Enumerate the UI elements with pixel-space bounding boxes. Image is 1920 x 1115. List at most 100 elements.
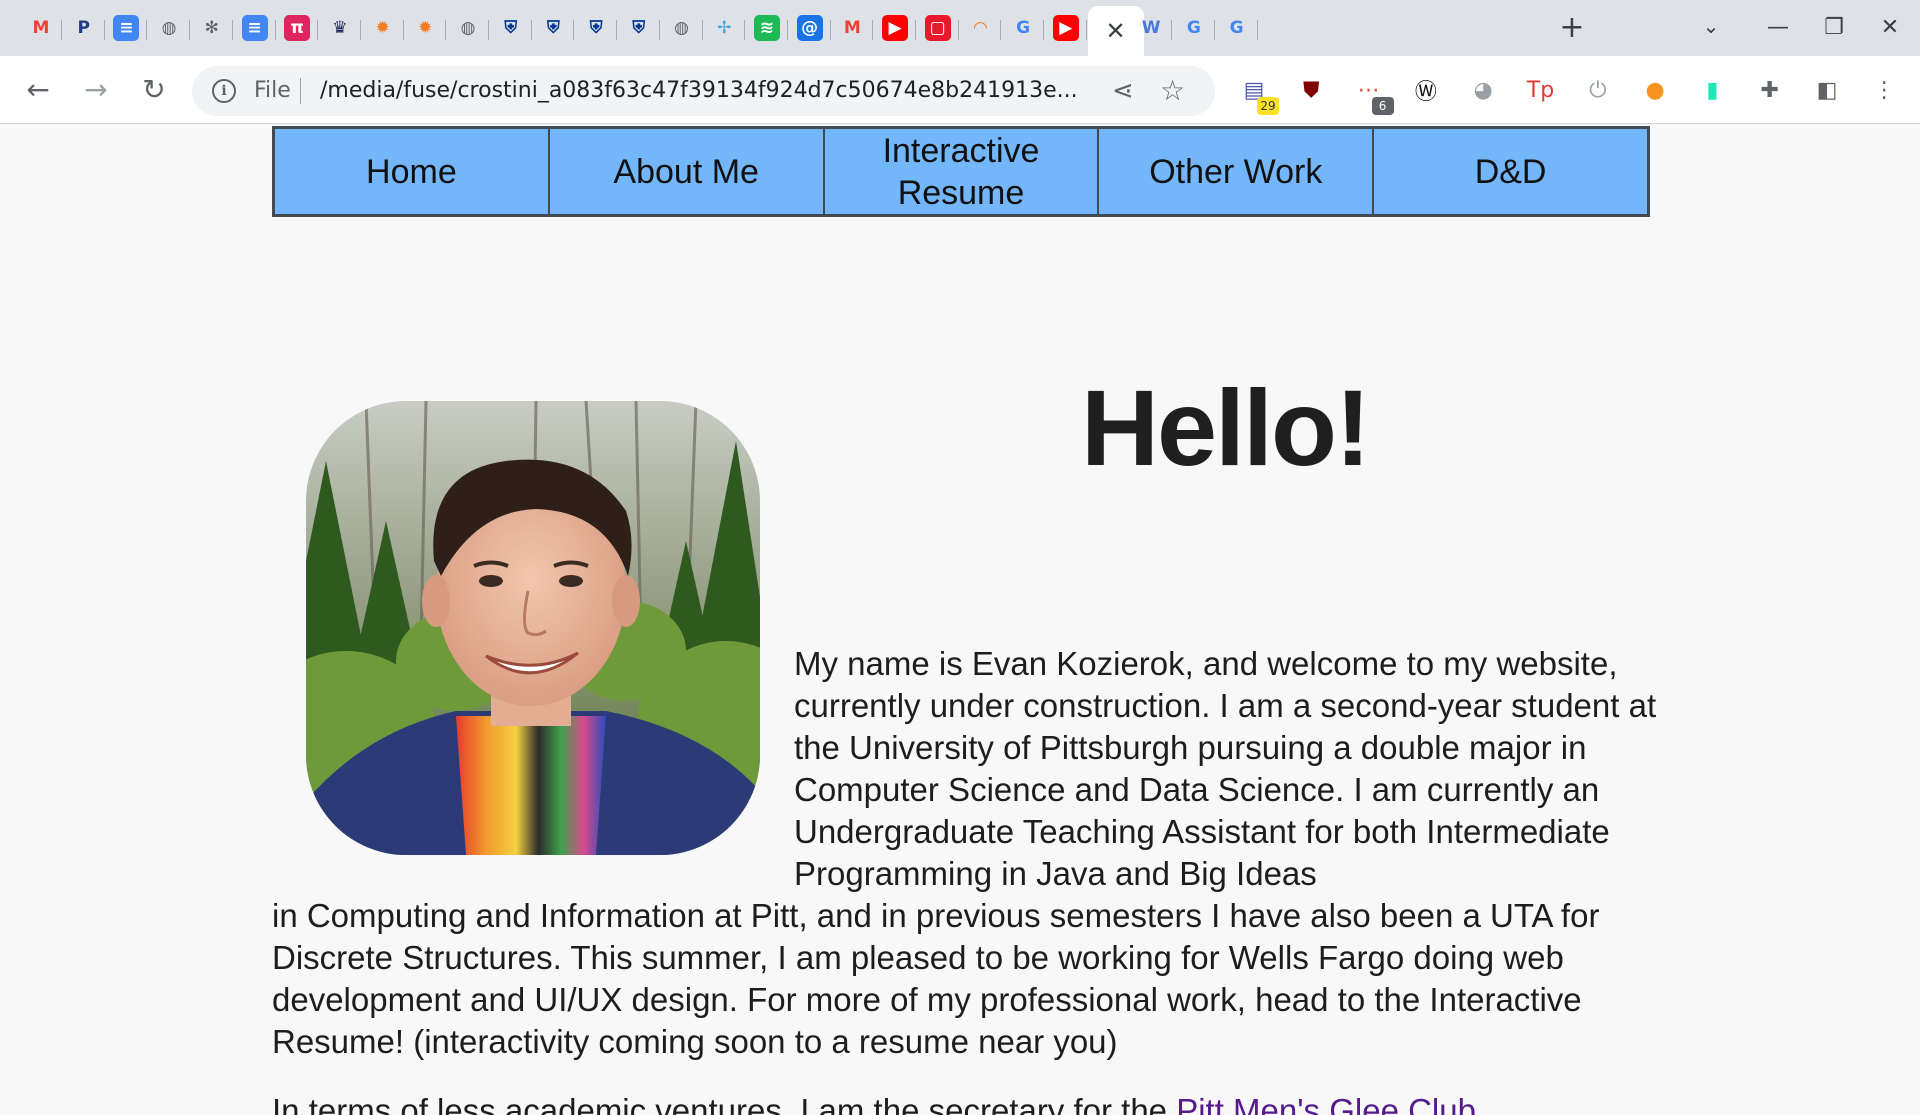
todoist-extension-icon[interactable]: ⋯ 6 bbox=[1352, 73, 1394, 115]
browser-tab[interactable]: ⛨ bbox=[618, 8, 660, 48]
google-docs-icon: ≡ bbox=[113, 15, 140, 41]
nav-interactive-resume[interactable]: Interactive Resume bbox=[825, 129, 1100, 214]
tp-extension-icon[interactable]: Tp bbox=[1524, 73, 1558, 107]
close-window-button[interactable]: ✕ bbox=[1870, 10, 1910, 46]
share-icon[interactable]: ⋖ bbox=[1112, 76, 1134, 106]
restore-icon: ❐ bbox=[1824, 15, 1844, 40]
side-panel-icon-glyph: ◧ bbox=[1816, 77, 1838, 103]
browser-tab[interactable]: ✹ bbox=[404, 8, 447, 48]
browser-tab[interactable]: M bbox=[20, 8, 62, 48]
browser-tab[interactable]: ▢ bbox=[917, 8, 959, 48]
kebab-menu-icon[interactable]: ⋮ bbox=[1867, 73, 1901, 107]
browser-tab[interactable]: ✻ bbox=[191, 8, 233, 48]
intro-paragraph: My name is Evan Kozierok, and welcome to… bbox=[794, 645, 1657, 892]
tab-search-button[interactable]: ⌄ bbox=[1693, 14, 1729, 44]
forward-button[interactable]: → bbox=[76, 70, 116, 110]
pitt-shield-icon: ⛨ bbox=[632, 17, 646, 38]
browser-tab[interactable]: ◍ bbox=[148, 8, 191, 48]
browser-tab[interactable]: ≡ bbox=[234, 8, 276, 48]
back-arrow-icon: ← bbox=[26, 73, 50, 106]
browser-tab[interactable]: ≡ bbox=[105, 8, 148, 48]
browser-tab[interactable]: G bbox=[1173, 8, 1215, 48]
wikipedia-icon: W bbox=[1141, 17, 1161, 38]
power-icon[interactable]: ⏻ bbox=[1581, 73, 1615, 107]
puzzle-extensions-icon-glyph: ✚ bbox=[1760, 77, 1779, 103]
browser-tab[interactable]: M bbox=[831, 8, 874, 48]
browser-tab[interactable]: G bbox=[1216, 8, 1258, 48]
close-icon: ✕ bbox=[1880, 15, 1900, 40]
reload-icon: ↻ bbox=[142, 73, 166, 106]
minimize-icon: — bbox=[1767, 15, 1789, 40]
browser-tab[interactable]: ◍ bbox=[661, 8, 703, 48]
nav-home[interactable]: Home bbox=[275, 129, 550, 214]
browser-tab[interactable]: ♛ bbox=[319, 8, 361, 48]
nav-about-me[interactable]: About Me bbox=[550, 129, 825, 214]
activities-paragraph: In terms of less academic ventures, I am… bbox=[272, 1090, 1664, 1115]
browser-toolbar: ← → ↻ i File /media/fuse/crostini_a083f6… bbox=[0, 56, 1920, 124]
browser-tab[interactable]: P bbox=[63, 8, 105, 48]
address-bar[interactable]: i File /media/fuse/crostini_a083f63c47f3… bbox=[192, 66, 1215, 116]
tp-extension-icon-glyph: Tp bbox=[1526, 77, 1555, 103]
glee-club-link[interactable]: Pitt Men's Glee Club bbox=[1176, 1092, 1476, 1115]
url-text[interactable]: /media/fuse/crostini_a083f63c47f39134f92… bbox=[320, 78, 1090, 103]
kebab-menu-icon-glyph: ⋮ bbox=[1873, 77, 1896, 103]
site-info-icon[interactable]: i bbox=[212, 79, 236, 103]
browser-tab[interactable]: ✹ bbox=[362, 8, 404, 48]
at-sign-icon: @ bbox=[796, 15, 823, 41]
browser-tab[interactable]: ⛨ bbox=[490, 8, 532, 48]
pen-extension-icon[interactable]: ◕ bbox=[1466, 73, 1500, 107]
browser-tab[interactable]: ◠ bbox=[959, 8, 1002, 48]
close-tab-icon[interactable]: ✕ bbox=[1103, 18, 1129, 44]
back-button[interactable]: ← bbox=[18, 70, 58, 110]
wordtune-icon[interactable]: Ⓦ bbox=[1409, 73, 1443, 107]
google-docs-icon: ≡ bbox=[241, 15, 268, 41]
browser-tab[interactable]: ⛨ bbox=[575, 8, 618, 48]
gmail-icon: M bbox=[32, 17, 50, 38]
side-panel-icon[interactable]: ◧ bbox=[1810, 73, 1844, 107]
browser-tab[interactable]: ◍ bbox=[447, 8, 489, 48]
browser-tab[interactable]: @ bbox=[789, 8, 831, 48]
honey-extension-icon[interactable]: ● bbox=[1638, 73, 1672, 107]
reload-button[interactable]: ↻ bbox=[134, 70, 174, 110]
browser-tab[interactable]: G bbox=[1002, 8, 1045, 48]
bookmark-extension-icon[interactable]: ▮ bbox=[1695, 73, 1729, 107]
calendar-extension-icon[interactable]: ▤ 29 bbox=[1237, 73, 1279, 115]
intro-paragraph-continued: in Computing and Information at Pitt, an… bbox=[272, 897, 1600, 1060]
google-icon: G bbox=[1229, 17, 1244, 38]
browser-tab[interactable]: ✢ bbox=[703, 8, 746, 48]
browser-tab[interactable]: ⛨ bbox=[532, 8, 575, 48]
puzzle-extensions-icon[interactable]: ✚ bbox=[1753, 73, 1787, 107]
pen-extension-icon-glyph: ◕ bbox=[1473, 77, 1493, 103]
minimize-button[interactable]: — bbox=[1758, 10, 1798, 46]
new-tab-button[interactable]: + bbox=[1546, 8, 1598, 48]
orange-gear-icon: ✹ bbox=[375, 17, 390, 38]
nav-other-work[interactable]: Other Work bbox=[1099, 129, 1375, 214]
chevron-down-icon: ⌄ bbox=[1702, 14, 1720, 38]
browser-tab[interactable]: π bbox=[276, 8, 319, 48]
browser-tab[interactable]: ≋ bbox=[746, 8, 788, 48]
bookmark-star-icon[interactable]: ☆ bbox=[1160, 74, 1185, 107]
honey-extension-icon-glyph: ● bbox=[1645, 77, 1665, 103]
extension-badge: 29 bbox=[1257, 97, 1279, 115]
ublock-icon[interactable]: ⛊ bbox=[1294, 73, 1328, 107]
page-heading: Hello! bbox=[1080, 367, 1371, 488]
browser-tab[interactable]: ▶ bbox=[874, 8, 916, 48]
browser-tab[interactable]: W bbox=[1130, 8, 1173, 48]
restore-button[interactable]: ❐ bbox=[1814, 10, 1854, 46]
globe-icon: ◍ bbox=[161, 17, 177, 38]
nav-dnd[interactable]: D&D bbox=[1374, 129, 1647, 214]
youtube-icon: ▶ bbox=[1052, 15, 1079, 41]
forward-arrow-icon: → bbox=[84, 73, 108, 106]
tab-separator bbox=[1085, 20, 1087, 40]
tab-separator bbox=[1256, 20, 1258, 40]
site-navigation: Home About Me Interactive Resume Other W… bbox=[272, 126, 1650, 217]
browser-tab[interactable]: ▶ bbox=[1045, 8, 1087, 48]
youtube-icon: ▶ bbox=[882, 15, 908, 41]
red-square-icon: ▢ bbox=[924, 15, 951, 41]
plus-icon: + bbox=[1559, 10, 1585, 45]
bookmark-extension-icon-glyph: ▮ bbox=[1706, 77, 1719, 103]
google-icon: G bbox=[1186, 17, 1201, 38]
pi-app-icon: π bbox=[284, 15, 311, 41]
pinwheel-icon: ✢ bbox=[717, 17, 732, 38]
pitt-shield-icon: ⛨ bbox=[589, 17, 603, 38]
